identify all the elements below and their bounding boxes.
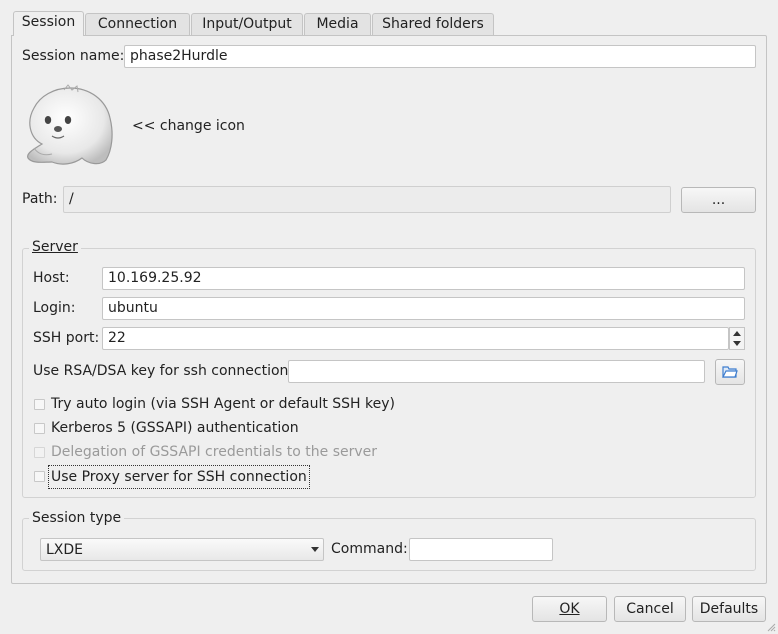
browse-path-button[interactable]: ...: [681, 187, 756, 213]
server-group-title: Server: [29, 239, 81, 255]
tab-label: Media: [316, 16, 359, 32]
ok-button[interactable]: OK: [532, 596, 607, 622]
ssh-key-label: Use RSA/DSA key for ssh connection:: [33, 363, 294, 379]
defaults-button[interactable]: Defaults: [692, 596, 766, 622]
session-type-select[interactable]: LXDE: [40, 538, 324, 561]
tab-session[interactable]: Session: [13, 11, 84, 36]
host-input[interactable]: 10.169.25.92: [102, 267, 745, 290]
auto-login-checkbox[interactable]: [34, 399, 45, 410]
session-type-group-title: Session type: [29, 510, 125, 526]
tab-label: Shared folders: [382, 16, 484, 32]
tab-shared-folders[interactable]: Shared folders: [372, 13, 494, 35]
gssapi-delegation-checkbox: [34, 447, 45, 458]
command-label: Command:: [331, 541, 408, 557]
tab-input-output[interactable]: Input/Output: [191, 13, 303, 35]
chevron-down-icon: [311, 547, 319, 552]
session-icon-button[interactable]: [22, 84, 118, 170]
ssh-key-input[interactable]: [288, 360, 705, 383]
tab-connection[interactable]: Connection: [85, 13, 190, 35]
ssh-port-label: SSH port:: [33, 330, 100, 346]
seal-icon: [27, 84, 113, 165]
proxy-checkbox[interactable]: [34, 471, 45, 482]
path-field: /: [63, 186, 671, 213]
tab-label: Session: [21, 14, 76, 30]
session-type-value: LXDE: [46, 542, 84, 558]
session-name-input[interactable]: phase2Hurdle: [124, 45, 756, 68]
login-label: Login:: [33, 300, 76, 316]
path-label: Path:: [22, 191, 58, 207]
kerberos-checkbox[interactable]: [34, 423, 45, 434]
ssh-port-stepper[interactable]: [729, 327, 745, 350]
tab-media[interactable]: Media: [304, 13, 371, 35]
stepper-down-icon[interactable]: [733, 341, 741, 346]
auto-login-label: Try auto login (via SSH Agent or default…: [51, 396, 396, 412]
browse-key-button[interactable]: [715, 359, 745, 385]
tab-label: Input/Output: [202, 16, 292, 32]
proxy-label[interactable]: Use Proxy server for SSH connection: [48, 465, 310, 489]
session-name-label: Session name:: [22, 48, 125, 64]
stepper-up-icon[interactable]: [733, 331, 741, 336]
kerberos-label: Kerberos 5 (GSSAPI) authentication: [51, 420, 299, 436]
gssapi-delegation-label: Delegation of GSSAPI credentials to the …: [51, 444, 378, 460]
host-label: Host:: [33, 270, 70, 286]
folder-open-icon: [722, 366, 738, 378]
command-input[interactable]: [409, 538, 553, 561]
login-input[interactable]: ubuntu: [102, 297, 745, 320]
cancel-button[interactable]: Cancel: [614, 596, 686, 622]
change-icon-label: << change icon: [132, 118, 245, 134]
resize-grip-icon[interactable]: [766, 622, 776, 632]
tab-label: Connection: [97, 16, 178, 32]
ssh-port-spinbox[interactable]: 22: [102, 327, 729, 350]
